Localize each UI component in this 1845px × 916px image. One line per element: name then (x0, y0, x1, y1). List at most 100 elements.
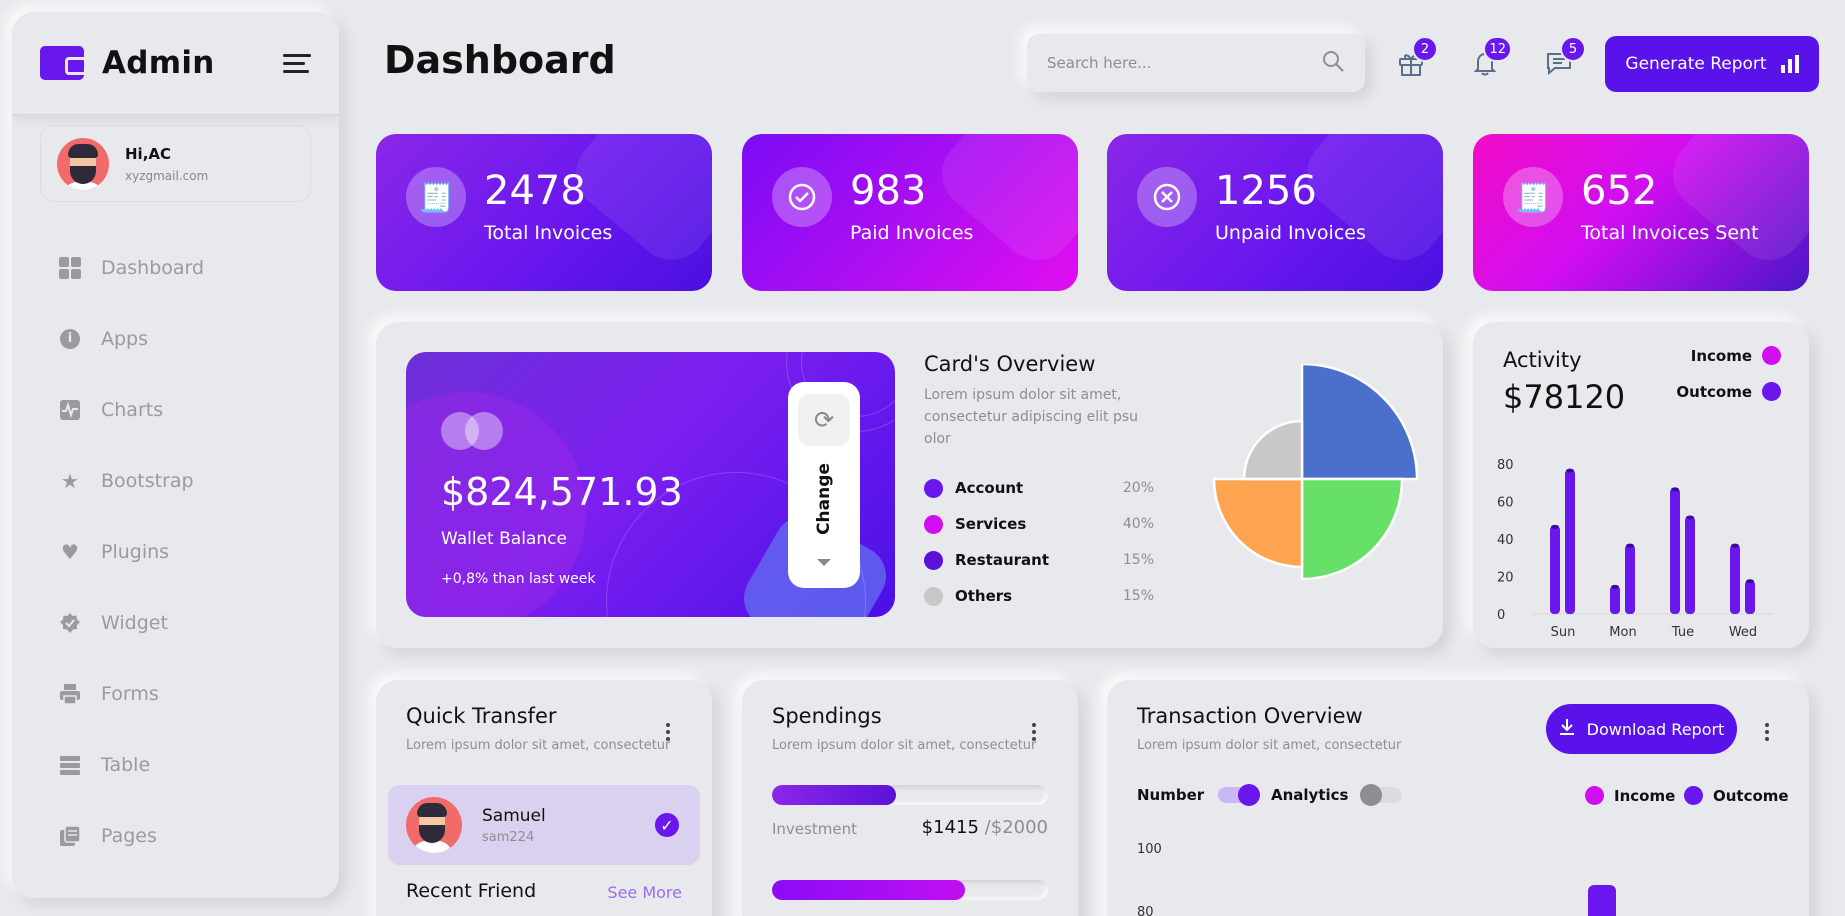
legend-name: Others (955, 587, 1013, 605)
check-icon[interactable]: ✓ (652, 810, 682, 840)
stat-label: Paid Invoices (850, 222, 974, 244)
bar-cap (1746, 579, 1754, 584)
activity-panel: Activity $78120 Income Outcome 0 20 40 60 80… (1473, 322, 1809, 648)
sidebar-item-pages[interactable]: Pages (12, 800, 339, 871)
user-profile-card[interactable]: Hi,AC xyzgmail.com (40, 125, 311, 202)
legend-dot (924, 514, 943, 534)
download-report-label: Download Report (1586, 719, 1725, 739)
y-tick-label: 40 (1497, 533, 1514, 548)
sidebar-item-label: Bootstrap (101, 469, 194, 492)
activity-bar (1670, 488, 1680, 614)
wallet-logo-icon (40, 46, 87, 80)
sidebar-item-apps[interactable]: i Apps (12, 303, 339, 374)
investment-progress-bar (772, 785, 1048, 805)
change-label: Change (814, 463, 834, 535)
legend-outcome: Outcome (1676, 382, 1781, 401)
legend-name: Services (955, 515, 1027, 533)
spending-value: $1415 (921, 817, 979, 838)
activity-bar (1685, 516, 1695, 614)
legend-dot (1762, 382, 1781, 401)
page-title: Dashboard (384, 38, 616, 82)
sidebar-item-table[interactable]: Table (12, 729, 339, 800)
change-card-button[interactable]: ⟳ Change (788, 382, 860, 588)
stat-value: 1256 (1215, 168, 1317, 214)
spendings-panel: Spendings Lorem ipsum dolor sit amet, co… (742, 680, 1078, 916)
y-tick-label: 100 (1137, 842, 1162, 857)
progress-fill (772, 880, 966, 900)
search-box (1027, 34, 1365, 92)
sidebar-item-forms[interactable]: Forms (12, 658, 339, 729)
stat-card-paid-invoices[interactable]: 983 Paid Invoices (742, 134, 1078, 291)
more-options-icon[interactable] (1765, 720, 1771, 744)
legend-pct: 15% (1122, 588, 1154, 604)
legend-income: Income (1691, 346, 1781, 365)
legend-pct: 40% (1122, 516, 1154, 532)
table-icon (59, 754, 81, 776)
message-icon[interactable]: 5 (1542, 36, 1586, 80)
activity-bar (1625, 544, 1635, 614)
sidebar-header: Admin (12, 12, 339, 115)
bell-icon[interactable]: 12 (1468, 36, 1512, 80)
dashboard-icon (59, 256, 81, 279)
more-options-icon[interactable] (1032, 720, 1038, 744)
bar-cap (1611, 584, 1619, 589)
number-toggle-row: Number (1137, 784, 1261, 806)
transaction-overview-panel: Transaction Overview Lorem ipsum dolor s… (1107, 680, 1809, 916)
sidebar-item-plugins[interactable]: ♥ Plugins (12, 516, 339, 587)
legend-outcome-label: Outcome (1713, 786, 1789, 805)
legend-pct: 15% (1122, 552, 1154, 568)
hamburger-menu-icon[interactable] (283, 49, 311, 78)
friend-card[interactable]: Samuel sam224 ✓ (388, 785, 700, 865)
pie-slice (1300, 364, 1419, 481)
spending-total: /$2000 (984, 817, 1048, 838)
gift-icon[interactable]: 2 (1394, 36, 1438, 80)
activity-bar (1730, 544, 1740, 614)
badge-check-icon (59, 612, 81, 634)
generate-report-button[interactable]: Generate Report (1605, 36, 1819, 92)
legend-income: Income (1585, 786, 1675, 805)
analytics-toggle[interactable] (1360, 784, 1403, 806)
legend-item: Others 15% (924, 578, 1154, 614)
refresh-icon[interactable]: ⟳ (798, 394, 850, 446)
sidebar-item-widget[interactable]: Widget (12, 587, 339, 658)
legend-dot (1762, 346, 1781, 365)
activity-bar (1745, 580, 1755, 614)
legend-income-label: Income (1614, 786, 1676, 805)
stat-card-unpaid-invoices[interactable]: 1256 Unpaid Invoices (1107, 134, 1443, 291)
stat-value: 652 (1581, 168, 1658, 214)
stat-card-invoices-sent[interactable]: 🧾 652 Total Invoices Sent (1473, 134, 1809, 291)
stat-card-total-invoices[interactable]: 🧾 2478 Total Invoices (376, 134, 712, 291)
cards-overview-panel: $824,571.93 Wallet Balance +0,8% than la… (376, 322, 1443, 648)
pages-icon (59, 824, 81, 847)
search-icon[interactable] (1321, 49, 1345, 77)
stat-label: Total Invoices Sent (1581, 222, 1759, 244)
x-tick-label: Mon (1609, 625, 1636, 640)
activity-value: $78120 (1503, 378, 1626, 416)
spending-amount: $1415 /$2000 (922, 817, 1048, 838)
sidebar-item-label: Plugins (101, 540, 170, 563)
sidebar-item-label: Pages (101, 824, 157, 847)
bar-cap (1686, 515, 1694, 520)
bar-cap (1671, 487, 1679, 492)
sidebar-item-label: Apps (101, 327, 149, 350)
sidebar-item-dashboard[interactable]: Dashboard (12, 232, 339, 303)
card-logo-icon (441, 412, 505, 450)
receipt-icon: 🧾 (406, 167, 466, 227)
x-circle-icon (1137, 167, 1197, 227)
legend-outcome: Outcome (1684, 786, 1789, 805)
search-input[interactable] (1047, 54, 1321, 72)
more-options-icon[interactable] (666, 720, 672, 744)
see-more-link[interactable]: See More (607, 883, 682, 902)
legend-dot (1684, 786, 1703, 805)
number-toggle[interactable] (1218, 784, 1261, 806)
transaction-title: Transaction Overview (1137, 704, 1363, 728)
sidebar-item-label: Forms (101, 682, 159, 705)
overview-description: Lorem ipsum dolor sit amet, consectetur … (924, 387, 1139, 447)
info-icon: i (59, 328, 81, 350)
sidebar-item-charts[interactable]: Charts (12, 374, 339, 445)
sidebar-item-bootstrap[interactable]: ★ Bootstrap (12, 445, 339, 516)
bar-cap (1566, 468, 1574, 473)
legend-pct: 20% (1122, 480, 1154, 496)
y-tick-label: 80 (1137, 905, 1154, 916)
download-report-button[interactable]: Download Report (1546, 704, 1737, 754)
